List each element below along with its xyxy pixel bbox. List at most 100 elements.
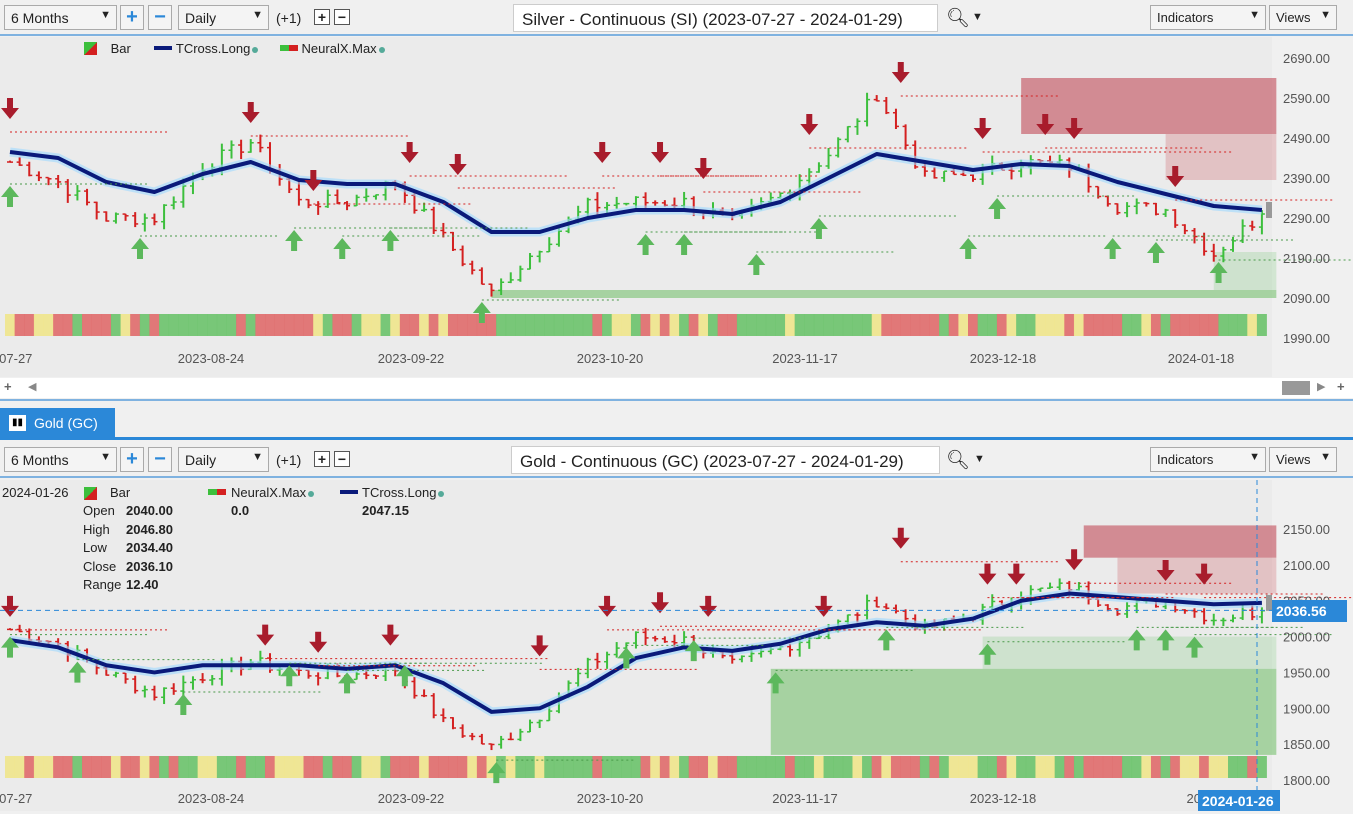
neural-band-segment: [621, 314, 632, 336]
neural-band-segment: [775, 756, 786, 778]
y-tick-label: 1950.00: [1283, 665, 1330, 680]
neural-band-segment: [756, 756, 767, 778]
silver-chart[interactable]: 2690.00 2590.00 2490.00 2390.00 2290.00 2190.…: [0, 37, 1353, 377]
views-select[interactable]: Views ▼: [1269, 447, 1337, 472]
search-icon[interactable]: 🔍︎: [946, 448, 970, 472]
neural-band-segment: [525, 756, 536, 778]
x-tick-label: 2023-09-22: [378, 351, 445, 366]
neural-band-segment: [553, 314, 564, 336]
neural-band-segment: [101, 314, 112, 336]
neural-band-segment: [1102, 756, 1113, 778]
neural-band-segment: [1045, 314, 1056, 336]
zoom-in-button[interactable]: +: [120, 447, 144, 472]
indicators-select[interactable]: Indicators ▼: [1150, 447, 1266, 472]
neural-band-segment: [823, 314, 834, 336]
neural-band-segment: [438, 314, 449, 336]
neural-band-segment: [1247, 314, 1258, 336]
neural-band-segment: [563, 756, 574, 778]
neural-band-segment: [630, 756, 641, 778]
symbol-title-field[interactable]: Silver - Continuous (SI) (2023-07-27 - 2…: [513, 4, 938, 32]
neural-band-segment: [862, 314, 873, 336]
chevron-down-icon: ▼: [100, 9, 111, 21]
silver-chart-canvas[interactable]: 2690.00 2590.00 2490.00 2390.00 2290.00 2190.…: [0, 37, 1353, 377]
settings-dot-icon[interactable]: [438, 491, 445, 497]
neural-band-segment: [62, 314, 73, 336]
period-select[interactable]: 6 Months ▼: [4, 447, 117, 472]
interval-select[interactable]: Daily ▼: [178, 5, 269, 30]
neural-band-segment: [900, 314, 911, 336]
zoom-in-button[interactable]: +: [120, 5, 144, 30]
neural-band-segment: [919, 756, 930, 778]
neural-band-segment: [33, 756, 44, 778]
expand-right-icon[interactable]: +: [1337, 379, 1345, 394]
neural-band-segment: [159, 314, 170, 336]
settings-dot-icon[interactable]: [378, 47, 385, 53]
x-tick-label: 2023-11-17: [772, 791, 838, 806]
neural-band-segment: [1237, 314, 1248, 336]
neural-band-segment: [178, 314, 189, 336]
legend-neural: NeuralX.Max: [301, 41, 377, 56]
views-label: Views: [1276, 10, 1311, 25]
tcross-label: TCross.Long: [362, 485, 437, 500]
offset-minus-button[interactable]: −: [334, 9, 350, 25]
tab-gold[interactable]: ▮▮ Gold (GC): [0, 408, 115, 438]
neural-band-segment: [322, 314, 333, 336]
price-axis: [1272, 37, 1353, 377]
neural-band-segment: [486, 314, 497, 336]
neural-band-segment: [852, 756, 863, 778]
scroll-left-icon[interactable]: ◀: [28, 380, 36, 393]
zoom-out-button[interactable]: −: [148, 5, 172, 30]
horizontal-scrollbar[interactable]: + ◀ ▶ +: [0, 378, 1353, 398]
neural-band-segment: [727, 756, 738, 778]
close-value: 2036.10: [126, 559, 173, 574]
neural-band-segment: [1256, 756, 1267, 778]
search-dropdown-icon[interactable]: ▼: [974, 453, 985, 465]
offset-minus-button[interactable]: −: [334, 451, 350, 467]
x-tick-label: 3-07-27: [0, 791, 32, 806]
neural-band-segment: [284, 314, 295, 336]
search-icon[interactable]: 🔍︎: [946, 6, 970, 30]
neural-band-segment: [409, 756, 420, 778]
offset-plus-button[interactable]: +: [314, 451, 330, 467]
neural-band-segment: [1247, 756, 1258, 778]
interval-select[interactable]: Daily ▼: [178, 447, 269, 472]
indicators-select[interactable]: Indicators ▼: [1150, 5, 1266, 30]
zoom-out-button[interactable]: −: [148, 447, 172, 472]
settings-dot-icon[interactable]: [308, 491, 315, 497]
expand-left-icon[interactable]: +: [4, 379, 12, 394]
neural-band-segment: [496, 314, 507, 336]
legend-bar: Bar: [110, 41, 131, 56]
neural-band-segment: [1093, 756, 1104, 778]
symbol-title-field[interactable]: Gold - Continuous (GC) (2023-07-27 - 202…: [511, 446, 940, 474]
tcross-legend-icon: [340, 490, 358, 494]
neural-band-segment: [82, 756, 93, 778]
neural-band-segment: [130, 756, 141, 778]
indicators-label: Indicators: [1157, 452, 1214, 467]
period-select[interactable]: 6 Months ▼: [4, 5, 117, 30]
neural-band-segment: [1073, 314, 1084, 336]
scrollbar-thumb[interactable]: [1282, 381, 1310, 395]
neural-band-segment: [207, 756, 218, 778]
settings-dot-icon[interactable]: [252, 47, 259, 53]
neural-band-segment: [842, 314, 853, 336]
neural-band-segment: [602, 756, 613, 778]
neural-band-segment: [361, 314, 372, 336]
neural-band-segment: [1179, 756, 1190, 778]
neural-band-segment: [33, 314, 44, 336]
search-dropdown-icon[interactable]: ▼: [972, 11, 983, 23]
gold-chart-canvas[interactable]: 2150.002100.002050.002000.001950.001900.…: [0, 480, 1353, 811]
neural-band-segment: [1006, 314, 1017, 336]
neural-band-segment: [1189, 756, 1200, 778]
neural-band-segment: [274, 314, 285, 336]
views-select[interactable]: Views ▼: [1269, 5, 1337, 30]
chevron-down-icon: ▼: [100, 451, 111, 463]
neural-band-segment: [43, 756, 54, 778]
neural-band-segment: [303, 756, 314, 778]
gold-chart[interactable]: 2150.002100.002050.002000.001950.001900.…: [0, 480, 1353, 811]
offset-plus-button[interactable]: +: [314, 9, 330, 25]
neural-band-segment: [216, 756, 227, 778]
neural-band-segment: [1006, 756, 1017, 778]
x-tick-label: 2023-08-24: [178, 791, 245, 806]
scroll-right-icon[interactable]: ▶: [1317, 380, 1325, 393]
neural-band-segment: [987, 756, 998, 778]
